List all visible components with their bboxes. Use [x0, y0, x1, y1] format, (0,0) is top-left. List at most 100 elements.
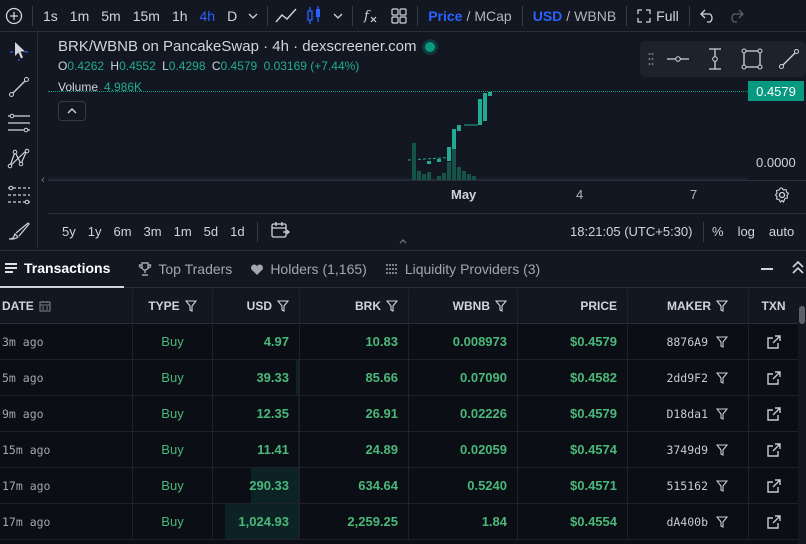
- volume-bars: [412, 137, 476, 180]
- fullscreen-button[interactable]: Full: [631, 0, 685, 32]
- header-maker[interactable]: MAKER: [628, 289, 749, 323]
- filter-icon[interactable]: [716, 407, 728, 420]
- filter-icon[interactable]: [716, 371, 728, 384]
- cell-txn[interactable]: [749, 432, 798, 467]
- cell-txn[interactable]: [749, 360, 798, 395]
- range-1y[interactable]: 1y: [82, 224, 108, 239]
- add-indicator-button[interactable]: [0, 0, 28, 32]
- filter-icon[interactable]: [495, 300, 507, 312]
- auto-scale-button[interactable]: auto: [769, 224, 794, 239]
- tab-top-traders[interactable]: Top Traders: [134, 250, 246, 288]
- filter-icon[interactable]: [184, 300, 197, 312]
- tab-holders[interactable]: Holders (1,165): [246, 250, 381, 288]
- header-usd[interactable]: USD: [213, 289, 300, 323]
- horizontal-ray-tool[interactable]: [662, 44, 695, 74]
- goto-date-button[interactable]: [264, 221, 296, 242]
- maker-link[interactable]: D18da1: [666, 407, 708, 421]
- wbnb-option[interactable]: WBNB: [574, 8, 616, 24]
- mcap-option[interactable]: MCap: [474, 8, 511, 24]
- cell-price: $0.4571: [518, 468, 628, 503]
- horizontal-lines-tool[interactable]: [0, 105, 38, 141]
- undo-button[interactable]: [694, 0, 722, 32]
- time-axis[interactable]: May 4 7: [48, 180, 806, 213]
- external-link-icon: [766, 406, 781, 421]
- cell-txn[interactable]: [749, 324, 798, 359]
- trend-line-tool[interactable]: [0, 69, 38, 105]
- range-5y[interactable]: 5y: [56, 224, 82, 239]
- tab-transactions[interactable]: Transactions: [0, 250, 125, 288]
- table-scrollbar[interactable]: [798, 289, 806, 544]
- maker-link[interactable]: dA400b: [666, 515, 708, 529]
- expand-up-icon[interactable]: [792, 261, 804, 275]
- range-5d[interactable]: 5d: [198, 224, 224, 239]
- toolbar-collapse-handle[interactable]: ‹: [38, 165, 48, 195]
- filter-icon[interactable]: [277, 300, 289, 312]
- timeframe-4h[interactable]: 4h: [194, 0, 222, 32]
- price-chart[interactable]: BRK/WBNB on PancakeSwap · 4h · dexscreen…: [48, 33, 806, 213]
- filter-icon[interactable]: [386, 300, 398, 312]
- percent-scale-button[interactable]: %: [712, 224, 724, 239]
- currency-toggle[interactable]: USD / WBNB: [527, 0, 622, 32]
- timeframe-dropdown[interactable]: [243, 0, 263, 32]
- timeframe-15m[interactable]: 15m: [127, 0, 166, 32]
- rectangle-tool[interactable]: [736, 44, 769, 74]
- timeframe-1m[interactable]: 1m: [64, 0, 95, 32]
- filter-icon[interactable]: [716, 300, 728, 312]
- timeframe-1s[interactable]: 1s: [37, 0, 64, 32]
- tab-label: Top Traders: [158, 261, 233, 277]
- brush-tool[interactable]: [0, 213, 38, 249]
- maker-link[interactable]: 515162: [666, 479, 708, 493]
- header-label: TXN: [761, 299, 786, 313]
- price-mcap-toggle[interactable]: Price / MCap: [422, 0, 518, 32]
- filter-icon[interactable]: [716, 479, 728, 492]
- cell-txn[interactable]: [749, 504, 798, 539]
- chart-type-candles-button[interactable]: [300, 0, 328, 32]
- range-6m[interactable]: 6m: [107, 224, 137, 239]
- fib-tool[interactable]: [0, 177, 38, 213]
- range-1d[interactable]: 1d: [224, 224, 250, 239]
- floating-drawing-toolbar: [640, 41, 806, 77]
- maker-link[interactable]: 2dd9F2: [666, 371, 708, 385]
- filter-icon[interactable]: [716, 443, 728, 456]
- clock-timezone[interactable]: 18:21:05 (UTC+5:30): [570, 224, 692, 239]
- layers-icon: [385, 264, 398, 274]
- cursor-tool[interactable]: [0, 33, 38, 69]
- cell-txn[interactable]: [749, 468, 798, 503]
- usd-option[interactable]: USD: [533, 8, 563, 24]
- drag-handle[interactable]: [644, 44, 658, 74]
- maker-link[interactable]: 3749d9: [666, 443, 708, 457]
- price-option[interactable]: Price: [428, 8, 462, 24]
- header-brk[interactable]: BRK: [300, 289, 409, 323]
- path-tool[interactable]: [773, 44, 806, 74]
- scrollbar-thumb[interactable]: [799, 306, 805, 324]
- header-wbnb[interactable]: WBNB: [409, 289, 518, 323]
- indicators-button[interactable]: f: [357, 0, 385, 32]
- chart-type-dropdown[interactable]: [328, 0, 348, 32]
- function-icon: f: [363, 9, 377, 24]
- log-scale-button[interactable]: log: [738, 224, 755, 239]
- candle: [478, 99, 482, 125]
- minimize-icon[interactable]: [760, 261, 774, 275]
- range-1m[interactable]: 1m: [168, 224, 198, 239]
- filter-icon[interactable]: [716, 515, 728, 528]
- range-3m[interactable]: 3m: [138, 224, 168, 239]
- maker-link[interactable]: 8876A9: [666, 335, 708, 349]
- timeframe-1h[interactable]: 1h: [166, 0, 194, 32]
- vertical-line-tool[interactable]: [699, 44, 732, 74]
- drag-dots-icon: [648, 53, 654, 65]
- redo-button[interactable]: [722, 0, 750, 32]
- pattern-tool[interactable]: [0, 141, 38, 177]
- wbnb-text: 1.84: [481, 514, 507, 529]
- chart-type-line-button[interactable]: [272, 0, 300, 32]
- parallel-lines-icon: [8, 113, 30, 133]
- header-type[interactable]: TYPE: [133, 289, 213, 323]
- layouts-button[interactable]: [385, 0, 413, 32]
- tab-liquidity-providers[interactable]: Liquidity Providers (3): [381, 250, 554, 288]
- volume-bar: [447, 162, 451, 180]
- chart-settings-button[interactable]: [774, 187, 790, 206]
- header-date[interactable]: DATE: [0, 289, 133, 323]
- timeframe-5m[interactable]: 5m: [95, 0, 126, 32]
- timeframe-d[interactable]: D: [221, 0, 243, 32]
- cell-txn[interactable]: [749, 396, 798, 431]
- filter-icon[interactable]: [716, 335, 728, 348]
